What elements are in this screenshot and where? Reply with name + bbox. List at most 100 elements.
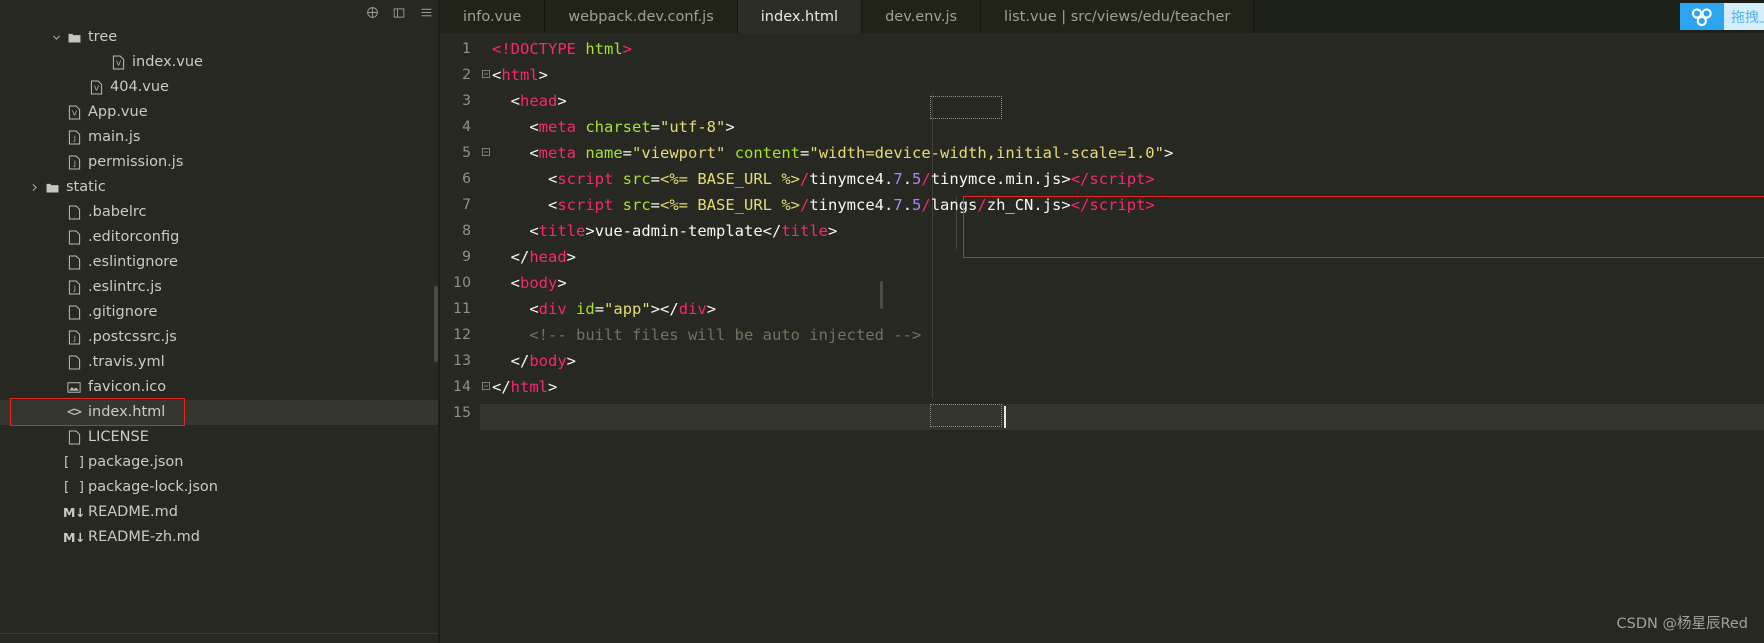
code-line-text: <title>vue-admin-template</title>: [492, 222, 838, 240]
code-line[interactable]: 10 <body>: [440, 270, 1764, 296]
tree-item-label: .editorconfig: [88, 228, 180, 245]
html-file-icon: <>: [67, 405, 82, 420]
tab-index-html[interactable]: index.html: [737, 0, 863, 33]
js-file-icon: J: [64, 130, 84, 145]
code-line[interactable]: 15: [440, 400, 1764, 426]
line-number: 5: [462, 145, 471, 161]
baidu-drag-upload-widget[interactable]: 拖拽上传: [1680, 3, 1764, 30]
fold-toggle-icon[interactable]: [480, 147, 492, 159]
tree-item-static[interactable]: static: [0, 175, 440, 200]
tree-item-label: .travis.yml: [88, 353, 165, 370]
svg-text:V: V: [115, 59, 120, 68]
line-number: 7: [462, 197, 471, 213]
code-line[interactable]: 6 <script src=<%= BASE_URL %>/tinymce4.7…: [440, 166, 1764, 192]
folder-icon: [42, 181, 62, 195]
sidebar-divider-line: [0, 633, 440, 634]
vscode-window: tree Vindex.vue V 404.vue V App.vue Jmain.js Jp…: [0, 0, 1764, 643]
image-file-icon: [64, 381, 84, 394]
split-editor-icon[interactable]: [391, 5, 407, 21]
markdown-file-icon: M↓: [63, 530, 85, 545]
tree-item-label: tree: [88, 28, 118, 45]
file-icon: [64, 255, 84, 270]
more-actions-icon[interactable]: [418, 5, 434, 21]
svg-text:J: J: [72, 335, 75, 343]
line-number: 14: [453, 379, 471, 395]
svg-text:J: J: [72, 135, 75, 143]
tree-item--postcssrc-js[interactable]: J .postcssrc.js: [0, 325, 440, 350]
tree-item-readme-md[interactable]: M↓ README.md: [0, 500, 440, 525]
tree-item-label: .babelrc: [88, 203, 147, 220]
js-file-icon: J: [64, 330, 84, 345]
fold-toggle-icon[interactable]: [480, 381, 492, 393]
editor-bottom-strip: [440, 634, 1764, 643]
tree-item--eslintrc-js[interactable]: J .eslintrc.js: [0, 275, 440, 300]
tree-item-index-vue[interactable]: Vindex.vue: [0, 50, 440, 75]
code-line-text: <div id="app"></div>: [492, 300, 717, 318]
code-line[interactable]: 12 <!-- built files will be auto injecte…: [440, 322, 1764, 348]
code-line[interactable]: 1 <!DOCTYPE html>: [440, 36, 1764, 62]
code-line-text: </body>: [492, 352, 576, 370]
collapse-all-icon[interactable]: [364, 5, 380, 21]
code-line-text: <!DOCTYPE html>: [492, 40, 633, 58]
drag-upload-label[interactable]: 拖拽上传: [1724, 3, 1764, 30]
code-line[interactable]: 13 </body>: [440, 348, 1764, 374]
line-number: 13: [453, 353, 471, 369]
line-number: 3: [462, 93, 471, 109]
tree-item-package-json[interactable]: [ ] package.json: [0, 450, 440, 475]
tab-list-vue[interactable]: list.vue | src/views/edu/teacher: [981, 0, 1255, 33]
tree-item-label: LICENSE: [88, 428, 149, 445]
code-line[interactable]: 4 <meta charset="utf-8">: [440, 114, 1764, 140]
tree-item--eslintignore[interactable]: .eslintignore: [0, 250, 440, 275]
tree-item-license[interactable]: LICENSE: [0, 425, 440, 450]
tab-dev-env-js[interactable]: dev.env.js: [862, 0, 982, 33]
code-line[interactable]: 7 <script src=<%= BASE_URL %>/tinymce4.7…: [440, 192, 1764, 218]
svg-text:V: V: [93, 84, 98, 93]
chevron-right-icon[interactable]: [26, 183, 42, 192]
editor-pane: info.vue webpack.dev.conf.js index.html dev…: [440, 0, 1764, 643]
tree-item--editorconfig[interactable]: .editorconfig: [0, 225, 440, 250]
file-tree[interactable]: tree Vindex.vue V 404.vue V App.vue Jmain.js Jp…: [0, 25, 440, 550]
line-number: 1: [462, 41, 471, 57]
code-line-text: <body>: [492, 274, 567, 292]
file-icon: [64, 305, 84, 320]
tree-item--babelrc[interactable]: .babelrc: [0, 200, 440, 225]
file-icon: [64, 355, 84, 370]
tree-item-package-lock-json[interactable]: [ ] package-lock.json: [0, 475, 440, 500]
tree-item-index-html[interactable]: <> index.html: [0, 400, 440, 425]
svg-text:V: V: [71, 109, 76, 118]
code-line[interactable]: 3 <head>: [440, 88, 1764, 114]
code-line[interactable]: 8 <title>vue-admin-template</title>: [440, 218, 1764, 244]
line-number: 4: [462, 119, 471, 135]
code-line[interactable]: 14 </html>: [440, 374, 1764, 400]
tab-info-vue[interactable]: info.vue: [440, 0, 546, 33]
tab-webpack-dev-conf-js[interactable]: webpack.dev.conf.js: [545, 0, 738, 33]
code-editor[interactable]: 1 <!DOCTYPE html> 2 <html> 3 <head> 4 <meta c…: [440, 33, 1764, 643]
code-line[interactable]: 11 <div id="app"></div>: [440, 296, 1764, 322]
tree-item-label: App.vue: [88, 103, 148, 120]
tree-item-favicon-ico[interactable]: favicon.ico: [0, 375, 440, 400]
code-line-text: <script src=<%= BASE_URL %>/tinymce4.7.5…: [492, 196, 1155, 214]
line-number: 8: [462, 223, 471, 239]
line-number: 12: [453, 327, 471, 343]
tree-item-permission-js[interactable]: Jpermission.js: [0, 150, 440, 175]
code-line-text: <html>: [492, 66, 549, 84]
chevron-down-icon[interactable]: [48, 33, 64, 42]
csdn-watermark: CSDN @杨星辰Red: [1616, 616, 1749, 632]
baidu-netdisk-icon[interactable]: [1680, 3, 1724, 30]
code-line[interactable]: 2 <html>: [440, 62, 1764, 88]
code-line-text: </html>: [492, 378, 558, 396]
editor-scrollbar[interactable]: [880, 281, 883, 309]
code-line[interactable]: 9 </head>: [440, 244, 1764, 270]
tree-item-app-vue[interactable]: V App.vue: [0, 100, 440, 125]
tree-item-tree[interactable]: tree: [0, 25, 440, 50]
code-line-text: <meta charset="utf-8">: [492, 118, 735, 136]
code-line[interactable]: 5 <meta name="viewport" content="width=d…: [440, 140, 1764, 166]
json-file-icon: [ ]: [62, 480, 86, 495]
tab-label: dev.env.js: [885, 8, 958, 25]
tree-item--gitignore[interactable]: .gitignore: [0, 300, 440, 325]
tree-item-main-js[interactable]: Jmain.js: [0, 125, 440, 150]
tree-item-404-vue[interactable]: V 404.vue: [0, 75, 440, 100]
tree-item-readme-zh-md[interactable]: M↓ README-zh.md: [0, 525, 440, 550]
tree-item--travis-yml[interactable]: .travis.yml: [0, 350, 440, 375]
fold-toggle-icon[interactable]: [480, 69, 492, 81]
